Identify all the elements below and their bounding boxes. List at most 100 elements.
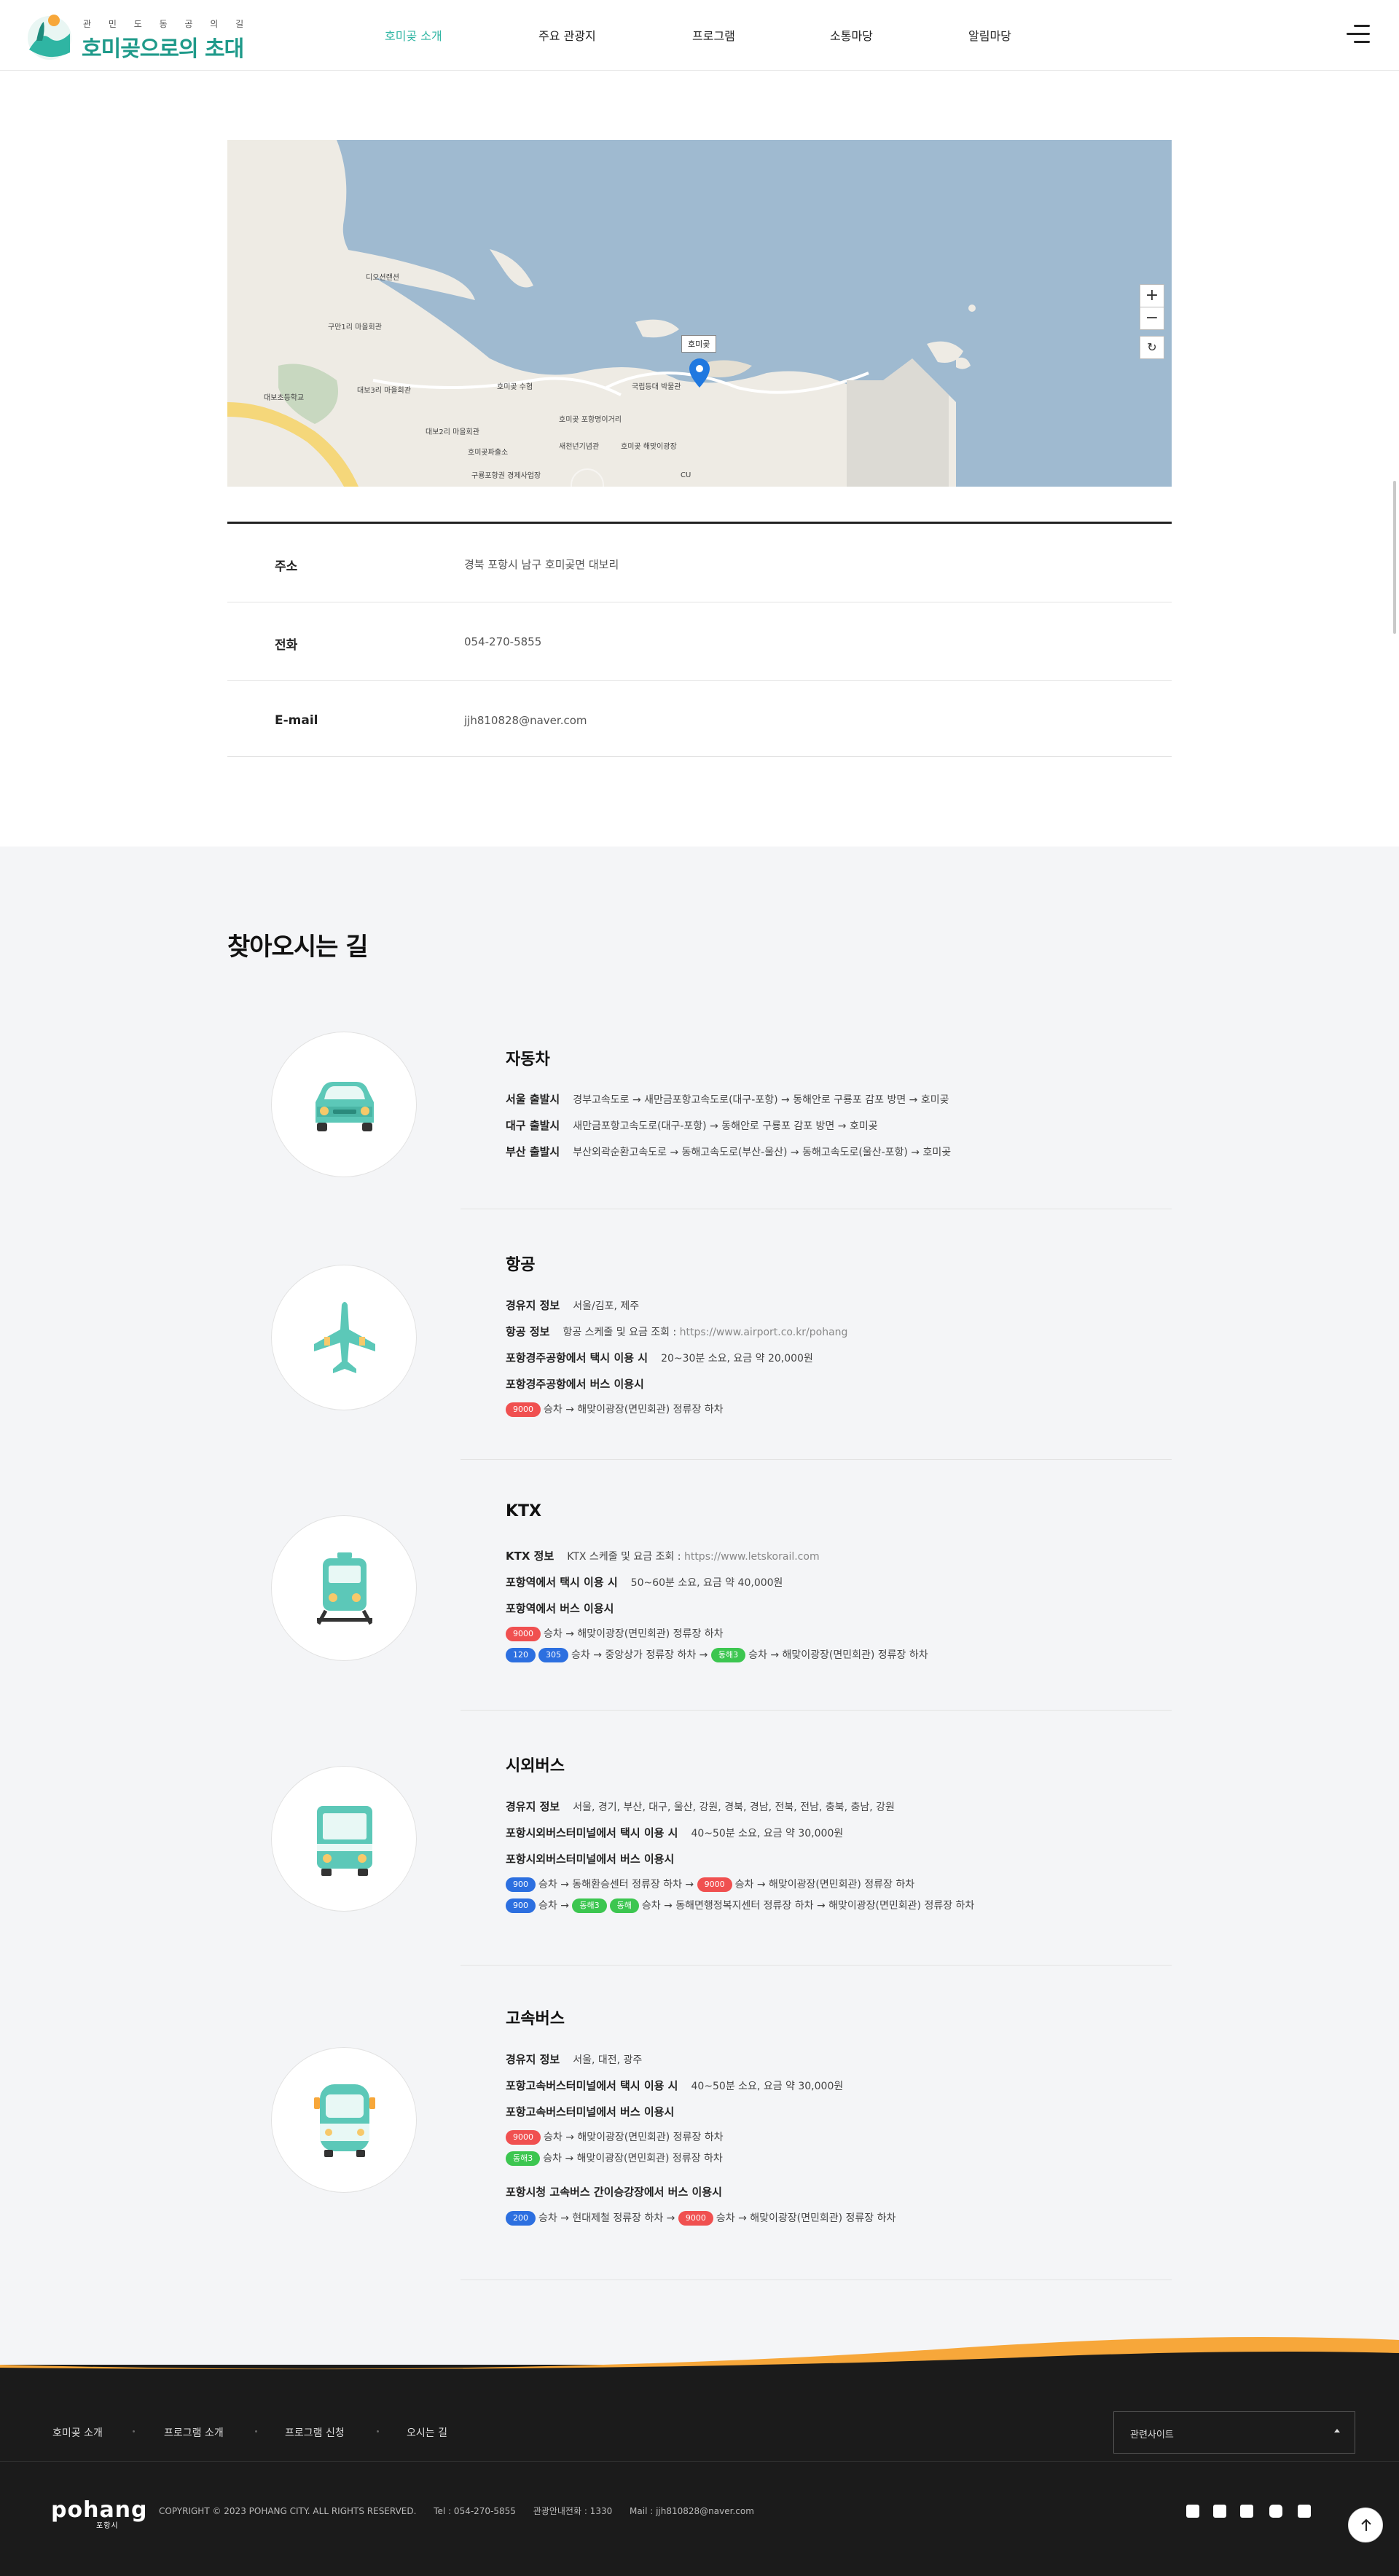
- intercity-bus-route-2: 900 승차 → 동해3 동해 승차 → 동해면행정복지센터 정류장 하차 → 해맞이…: [506, 1898, 974, 1913]
- car-block: 자동차 서울 출발시 경부고속도로 → 새만금포항고속도로(대구-포항) → 동해…: [227, 1029, 1172, 1209]
- express-taxi: 포항고속버스터미널에서 택시 이용 시 40~50분 소요, 요금 약 30,00…: [506, 2079, 844, 2092]
- site-logo[interactable]: 관 민 도 동 공 의 길 호미곶으로의 초대: [26, 9, 244, 64]
- map-label: 호미곶 수협: [497, 383, 533, 391]
- map-label: 호미곶 포항명이거리: [559, 416, 622, 424]
- map-label: 대보3리 마을회관: [357, 387, 411, 395]
- express-bus-icon: [314, 2084, 375, 2157]
- page-scrollbar[interactable]: [1393, 481, 1396, 634]
- ktx-bus-label: 포항역에서 버스 이용시: [506, 1602, 614, 1615]
- ktx-info-link[interactable]: https://www.letskorail.com: [684, 1551, 820, 1563]
- bus-badge: 동해: [609, 1898, 639, 1913]
- express-bus-route-1: 9000 승차 → 해맞이광장(면민회관) 정류장 하차: [506, 2129, 724, 2145]
- map-label: 국립등대 박물관: [632, 383, 681, 391]
- blog-icon[interactable]: [1213, 2505, 1226, 2518]
- ktx-bus-route-1: 9000 승차 → 해맞이광장(면민회관) 정류장 하차: [506, 1626, 724, 1641]
- train-icon: [316, 1552, 373, 1625]
- zoom-in-button[interactable]: +: [1140, 284, 1164, 307]
- express-bus-route-2: 동해3 승차 → 해맞이광장(면민회관) 정류장 하차: [506, 2151, 723, 2166]
- logo-title: 호미곶으로의 초대: [82, 36, 244, 62]
- bus-badge: 9000: [506, 1402, 541, 1417]
- footer-copyright: COPYRIGHT © 2023 POHANG CITY. ALL RIGHTS…: [159, 2506, 754, 2516]
- ktx-bus-route-2: 120 305 승차 → 중앙상가 정류장 하차 → 동해3 승차 → 해맞이광장(면…: [506, 1647, 928, 1662]
- express-bus-label: 포항고속버스터미널에서 버스 이용시: [506, 2105, 675, 2118]
- bus-badge: 900: [506, 1877, 536, 1892]
- related-sites-label: 관련사이트: [1130, 2430, 1174, 2440]
- map-label: 구룡포항권 경제사업장: [471, 472, 541, 480]
- chevron-up-icon: [1334, 2429, 1340, 2432]
- airplane-icon: [314, 1302, 375, 1373]
- nav-item-notice[interactable]: 알림마당: [968, 26, 1011, 44]
- scroll-top-button[interactable]: [1348, 2508, 1383, 2542]
- footer-nav-program[interactable]: 프로그램 소개: [164, 2425, 224, 2440]
- logo-mark-icon: [28, 15, 71, 60]
- bus-badge: 9000: [697, 1877, 732, 1892]
- intercity-bus-label: 포항시외버스터미널에서 버스 이용시: [506, 1853, 675, 1866]
- map-label: 대보초등학교: [264, 394, 305, 402]
- facebook-icon[interactable]: [1240, 2505, 1253, 2518]
- bus-badge: 9000: [678, 2211, 713, 2226]
- footer-nav-intro[interactable]: 호미곶 소개: [52, 2425, 103, 2440]
- instagram-icon[interactable]: [1269, 2505, 1282, 2518]
- bus-badge: 305: [538, 1648, 568, 1662]
- ktx-icon-circle: [271, 1515, 417, 1661]
- zoom-out-button[interactable]: −: [1140, 307, 1164, 330]
- air-info-link[interactable]: https://www.airport.co.kr/pohang: [680, 1327, 848, 1338]
- arrow-up-icon: [1361, 2518, 1371, 2531]
- nav-item-attractions[interactable]: 주요 관광지: [538, 26, 596, 44]
- menu-icon[interactable]: [1347, 25, 1370, 44]
- bus-badge: 동해3: [710, 1648, 746, 1662]
- related-sites-select[interactable]: 관련사이트: [1113, 2411, 1355, 2454]
- divider: [461, 2279, 1172, 2280]
- car-title: 자동차: [506, 1051, 550, 1069]
- bus-badge: 동해3: [506, 2151, 541, 2166]
- divider: [377, 2430, 379, 2432]
- air-block: 항공 경유지 정보 서울/김포, 제주 항공 정보 항공 스케줄 및 요금 조회 :…: [227, 1209, 1172, 1460]
- bus-badge: 900: [506, 1898, 536, 1913]
- site-footer: 호미곶 소개 프로그램 소개 프로그램 신청 오시는 길 관련사이트 pohan…: [0, 2337, 1399, 2576]
- map-label: 호미곶 해맞이광장: [621, 443, 677, 451]
- info-key-address: 주소: [275, 559, 298, 574]
- info-key-phone: 전화: [275, 638, 298, 653]
- site-header: 관 민 도 동 공 의 길 호미곶으로의 초대 호미곶 소개 주요 관광지 프로…: [0, 0, 1399, 71]
- nav-item-intro[interactable]: 호미곶 소개: [385, 26, 442, 44]
- info-row: 전화 054-270-5855: [227, 602, 1172, 681]
- map-reset-button[interactable]: ↻: [1140, 336, 1164, 359]
- air-taxi: 포항경주공항에서 택시 이용 시 20~30분 소요, 요금 약 20,000원: [506, 1351, 813, 1364]
- directions-title: 찾아오시는 길: [227, 932, 369, 962]
- intercity-icon-circle: [271, 1766, 417, 1912]
- intercity-bus-route-1: 900 승차 → 동해환승센터 정류장 하차 → 9000 승차 → 해맞이광장(면…: [506, 1877, 914, 1892]
- map-label: 대보2리 마을회관: [426, 428, 479, 436]
- divider: [133, 2430, 135, 2432]
- divider: [0, 2461, 1399, 2462]
- footer-nav-directions[interactable]: 오시는 길: [407, 2425, 447, 2440]
- map-label: 구만1리 마을회관: [328, 323, 382, 331]
- express-city-label: 포항시청 고속버스 간이승강장에서 버스 이용시: [506, 2186, 722, 2199]
- footer-nav-apply[interactable]: 프로그램 신청: [285, 2425, 345, 2440]
- map-label: CU: [681, 471, 691, 479]
- location-map[interactable]: 디오션랜션 구만1리 마을회관 대보초등학교 대보3리 마을회관 호미곶 수협 …: [227, 140, 1172, 487]
- info-key-email: E-mail: [275, 713, 318, 728]
- map-label: 새천년기념관: [559, 443, 600, 451]
- bus-badge: 동해3: [572, 1898, 607, 1913]
- air-route: 경유지 정보 서울/김포, 제주: [506, 1299, 640, 1312]
- express-city-route: 200 승차 → 현대제철 정류장 하차 → 9000 승차 → 해맞이광장(면민회…: [506, 2210, 896, 2226]
- logo-tagline: 관 민 도 동 공 의 길: [83, 19, 251, 29]
- nav-item-program[interactable]: 프로그램: [692, 26, 735, 44]
- info-table: 주소 경북 포항시 남구 호미곶면 대보리 전화 054-270-5855 E-…: [227, 522, 1172, 757]
- air-info: 항공 정보 항공 스케줄 및 요금 조회 : https://www.airpor…: [506, 1325, 848, 1338]
- kakao-icon[interactable]: [1298, 2505, 1311, 2518]
- nav-item-community[interactable]: 소통마당: [830, 26, 873, 44]
- air-icon-circle: [271, 1265, 417, 1410]
- car-icon-circle: [271, 1032, 417, 1177]
- bus-badge: 9000: [506, 2130, 541, 2145]
- car-line-busan: 부산 출발시 부산외곽순환고속도로 → 동해고속도로(부산-울산) → 동해고속도…: [506, 1145, 952, 1158]
- ktx-block: KTX KTX 정보 KTX 스케줄 및 요금 조회 : https://www.…: [227, 1460, 1172, 1711]
- bus-icon: [317, 1806, 372, 1876]
- map-pin-icon[interactable]: [689, 358, 710, 388]
- info-value-email[interactable]: jjh810828@naver.com: [464, 714, 587, 727]
- info-value-address: 경북 포항시 남구 호미곶면 대보리: [464, 558, 619, 571]
- bus-badge: 120: [506, 1648, 536, 1662]
- youtube-icon[interactable]: [1186, 2505, 1199, 2518]
- air-bus-label: 포항경주공항에서 버스 이용시: [506, 1378, 644, 1391]
- directions-section: 찾아오시는 길 자동차 서울 출발시 경부고속도로 → 새만금포항고속도로(대구-…: [0, 847, 1399, 2365]
